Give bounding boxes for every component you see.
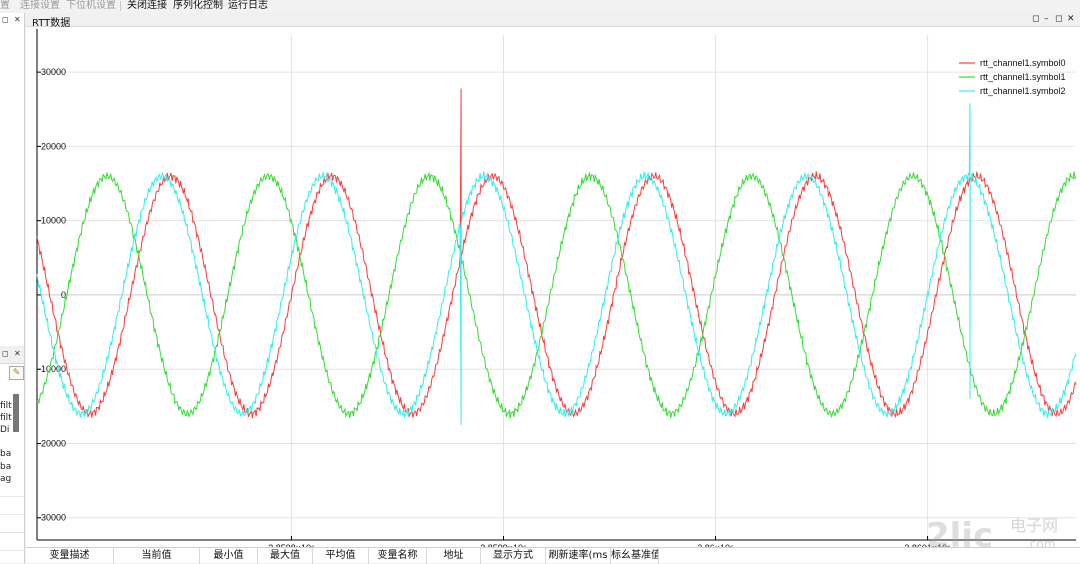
menu-item-settings[interactable]: 置 — [0, 0, 10, 11]
float-icon[interactable]: ◻ — [1032, 14, 1039, 24]
left-variable-panel: ◻ ✕ ✎ filt filt Di ba ba ag — [0, 346, 25, 563]
watermark-logo: 2lic — [926, 516, 993, 547]
y-tick-label: 30000 — [41, 67, 66, 77]
restore-icon[interactable]: ◻ — [2, 349, 9, 358]
legend-label: rtt_channel1.symbol0 — [980, 58, 1066, 68]
column-header-current-value[interactable]: 当前值 — [114, 548, 200, 564]
divider — [0, 496, 24, 497]
menu-item-close-connection[interactable]: 关闭连接 — [127, 0, 167, 11]
y-tick-label: -20000 — [38, 438, 66, 448]
menu-item-device-settings[interactable]: 下位机设置 — [66, 0, 116, 11]
variable-table-header: 变量描述 当前值 最小值 最大值 平均值 变量名称 地址 显示方式 刷新速率(m… — [26, 547, 1080, 564]
watermark-domain: .com — [1026, 537, 1055, 547]
watermark-subtitle: 电子网 — [1010, 516, 1058, 535]
left-dock-panel: ◻ ✕ — [0, 13, 25, 346]
legend-label: rtt_channel1.symbol2 — [980, 86, 1066, 96]
list-item[interactable]: ba — [0, 462, 14, 472]
menu-item-connection-settings[interactable]: 连接设置 — [20, 0, 60, 11]
divider — [0, 514, 24, 515]
y-tick-label: 20000 — [41, 141, 66, 151]
list-item[interactable]: filt — [0, 413, 14, 423]
rtt-plot-window: RTT数据 ◻ – ◻ ✕ -30000 -20000 -10000 0 10000 20… — [26, 13, 1080, 547]
column-header-address[interactable]: 地址 — [427, 548, 481, 564]
scrollbar-thumb[interactable] — [13, 394, 19, 432]
close-icon[interactable]: ✕ — [14, 15, 21, 24]
legend-label: rtt_channel1.symbol1 — [980, 72, 1066, 82]
column-header-refresh-rate[interactable]: 刷新速率(ms — [546, 548, 611, 564]
divider — [0, 532, 24, 533]
column-header-min[interactable]: 最小值 — [200, 548, 258, 564]
divider — [0, 550, 24, 551]
y-tick-label: 10000 — [41, 216, 66, 226]
menu-bar: 置 连接设置 下位机设置 关闭连接 序列化控制 运行日志 — [0, 0, 1080, 13]
restore-icon[interactable]: ◻ — [2, 15, 9, 24]
rtt-line-chart[interactable]: -30000-20000-1000001000020000300003.8598… — [26, 27, 1080, 547]
close-icon[interactable]: ✕ — [1067, 14, 1075, 24]
list-item[interactable]: filt — [0, 401, 14, 411]
column-header-variable-name[interactable]: 变量名称 — [369, 548, 427, 564]
y-tick-label: -10000 — [38, 364, 66, 374]
panel-header: ◻ ✕ — [0, 346, 24, 364]
column-header-max[interactable]: 最大值 — [258, 548, 313, 564]
list-item[interactable]: Di — [0, 425, 14, 435]
list-item[interactable]: ag — [0, 474, 14, 484]
menu-separator — [120, 1, 121, 11]
menu-item-run-log[interactable]: 运行日志 — [228, 0, 268, 11]
y-tick-label: -30000 — [38, 513, 66, 523]
minimize-icon[interactable]: – — [1044, 14, 1049, 24]
column-header-description[interactable]: 变量描述 — [26, 548, 114, 564]
column-header-average[interactable]: 平均值 — [313, 548, 369, 564]
plot-title-bar: RTT数据 ◻ – ◻ ✕ — [26, 13, 1080, 29]
menu-item-serialize-control[interactable]: 序列化控制 — [173, 0, 223, 11]
brush-icon[interactable]: ✎ — [9, 366, 24, 380]
close-icon[interactable]: ✕ — [14, 349, 21, 358]
column-header-base-value[interactable]: 标幺基准值 — [611, 548, 659, 564]
list-item[interactable]: ba — [0, 449, 14, 459]
maximize-icon[interactable]: ◻ — [1055, 14, 1062, 24]
column-header-display-mode[interactable]: 显示方式 — [481, 548, 546, 564]
